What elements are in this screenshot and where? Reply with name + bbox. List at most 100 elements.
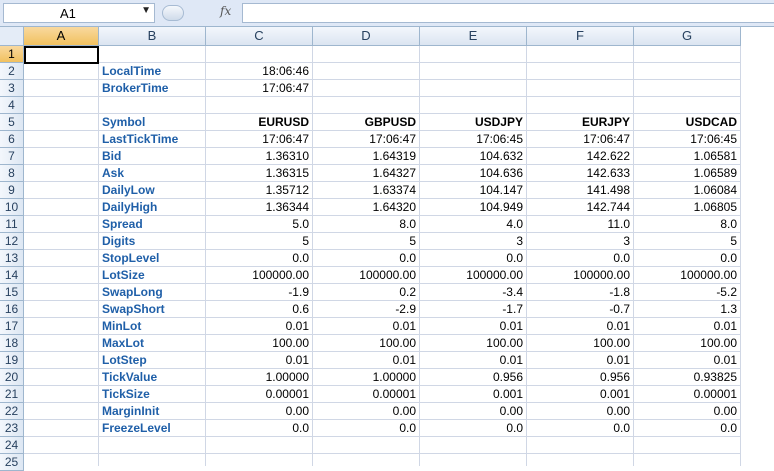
column-header-e[interactable]: E (420, 27, 527, 46)
active-cell-a1[interactable] (24, 46, 99, 64)
cell[interactable] (24, 301, 99, 318)
fx-icon[interactable]: fx (220, 4, 231, 18)
cell[interactable] (99, 46, 206, 63)
row-header-19[interactable]: 19 (0, 352, 24, 369)
cell[interactable] (420, 437, 527, 454)
cell[interactable] (420, 454, 527, 466)
cell[interactable] (24, 335, 99, 352)
cell[interactable] (313, 97, 420, 114)
cell[interactable] (24, 284, 99, 301)
row-header-25[interactable]: 25 (0, 454, 24, 471)
formula-input[interactable] (242, 3, 774, 23)
cell[interactable] (634, 80, 741, 97)
cell[interactable] (24, 267, 99, 284)
cell[interactable] (24, 437, 99, 454)
cell[interactable] (313, 63, 420, 80)
data-cell: 0.01 (527, 318, 634, 335)
row-header-10[interactable]: 10 (0, 199, 24, 216)
cell[interactable] (420, 97, 527, 114)
cell[interactable] (24, 114, 99, 131)
cell[interactable] (24, 352, 99, 369)
cell[interactable] (420, 80, 527, 97)
cell[interactable] (24, 454, 99, 466)
cell[interactable] (313, 454, 420, 466)
cell[interactable] (313, 437, 420, 454)
row-header-11[interactable]: 11 (0, 216, 24, 233)
row-header-12[interactable]: 12 (0, 233, 24, 250)
cell[interactable] (99, 97, 206, 114)
row-header-7[interactable]: 7 (0, 148, 24, 165)
cell[interactable] (24, 403, 99, 420)
cell[interactable] (527, 80, 634, 97)
cell[interactable] (24, 318, 99, 335)
cell[interactable] (313, 46, 420, 63)
cell[interactable] (24, 233, 99, 250)
chevron-down-icon[interactable]: ▼ (141, 5, 151, 16)
symbol-header: USDCAD (634, 114, 741, 131)
row-header-13[interactable]: 13 (0, 250, 24, 267)
cell[interactable] (24, 165, 99, 182)
resize-handle[interactable] (162, 5, 184, 21)
cell[interactable] (99, 437, 206, 454)
row-header-4[interactable]: 4 (0, 97, 24, 114)
name-box[interactable]: A1 ▼ (3, 3, 155, 23)
cell[interactable] (634, 46, 741, 63)
cell[interactable] (206, 454, 313, 466)
column-header-b[interactable]: B (99, 27, 206, 46)
row-label: StopLevel (99, 250, 206, 267)
row-header-21[interactable]: 21 (0, 386, 24, 403)
row-label: LotSize (99, 267, 206, 284)
cell[interactable] (24, 148, 99, 165)
column-header-c[interactable]: C (206, 27, 313, 46)
spreadsheet-grid[interactable]: LocalTime 18:06:46 BrokerTime 17:06:47 Symbo… (24, 46, 774, 466)
cell[interactable] (634, 454, 741, 466)
row-header-18[interactable]: 18 (0, 335, 24, 352)
cell[interactable] (634, 437, 741, 454)
row-header-23[interactable]: 23 (0, 420, 24, 437)
cell[interactable] (24, 369, 99, 386)
cell[interactable] (634, 97, 741, 114)
select-all-corner[interactable] (0, 27, 24, 46)
row-header-8[interactable]: 8 (0, 165, 24, 182)
cell[interactable] (313, 80, 420, 97)
cell[interactable] (24, 386, 99, 403)
cell[interactable] (24, 216, 99, 233)
row-header-22[interactable]: 22 (0, 403, 24, 420)
cell[interactable] (527, 454, 634, 466)
cell[interactable] (527, 437, 634, 454)
cell[interactable] (527, 46, 634, 63)
row-header-20[interactable]: 20 (0, 369, 24, 386)
row-header-5[interactable]: 5 (0, 114, 24, 131)
cell[interactable] (24, 199, 99, 216)
column-header-g[interactable]: G (634, 27, 741, 46)
cell[interactable] (206, 97, 313, 114)
cell[interactable] (24, 131, 99, 148)
column-header-a[interactable]: A (24, 27, 99, 46)
column-header-d[interactable]: D (313, 27, 420, 46)
cell[interactable] (420, 46, 527, 63)
cell[interactable] (420, 63, 527, 80)
row-header-9[interactable]: 9 (0, 182, 24, 199)
cell[interactable] (206, 437, 313, 454)
cell[interactable] (206, 46, 313, 63)
cell[interactable] (24, 63, 99, 80)
row-header-15[interactable]: 15 (0, 284, 24, 301)
cell[interactable] (24, 182, 99, 199)
row-header-14[interactable]: 14 (0, 267, 24, 284)
cell[interactable] (24, 250, 99, 267)
cell[interactable] (527, 63, 634, 80)
cell[interactable] (634, 63, 741, 80)
row-header-2[interactable]: 2 (0, 63, 24, 80)
cell[interactable] (24, 97, 99, 114)
cell[interactable] (24, 80, 99, 97)
row-header-24[interactable]: 24 (0, 437, 24, 454)
cell[interactable] (24, 420, 99, 437)
row-header-3[interactable]: 3 (0, 80, 24, 97)
row-header-6[interactable]: 6 (0, 131, 24, 148)
column-header-f[interactable]: F (527, 27, 634, 46)
row-header-16[interactable]: 16 (0, 301, 24, 318)
row-header-1[interactable]: 1 (0, 46, 24, 63)
cell[interactable] (527, 97, 634, 114)
cell[interactable] (99, 454, 206, 466)
row-header-17[interactable]: 17 (0, 318, 24, 335)
